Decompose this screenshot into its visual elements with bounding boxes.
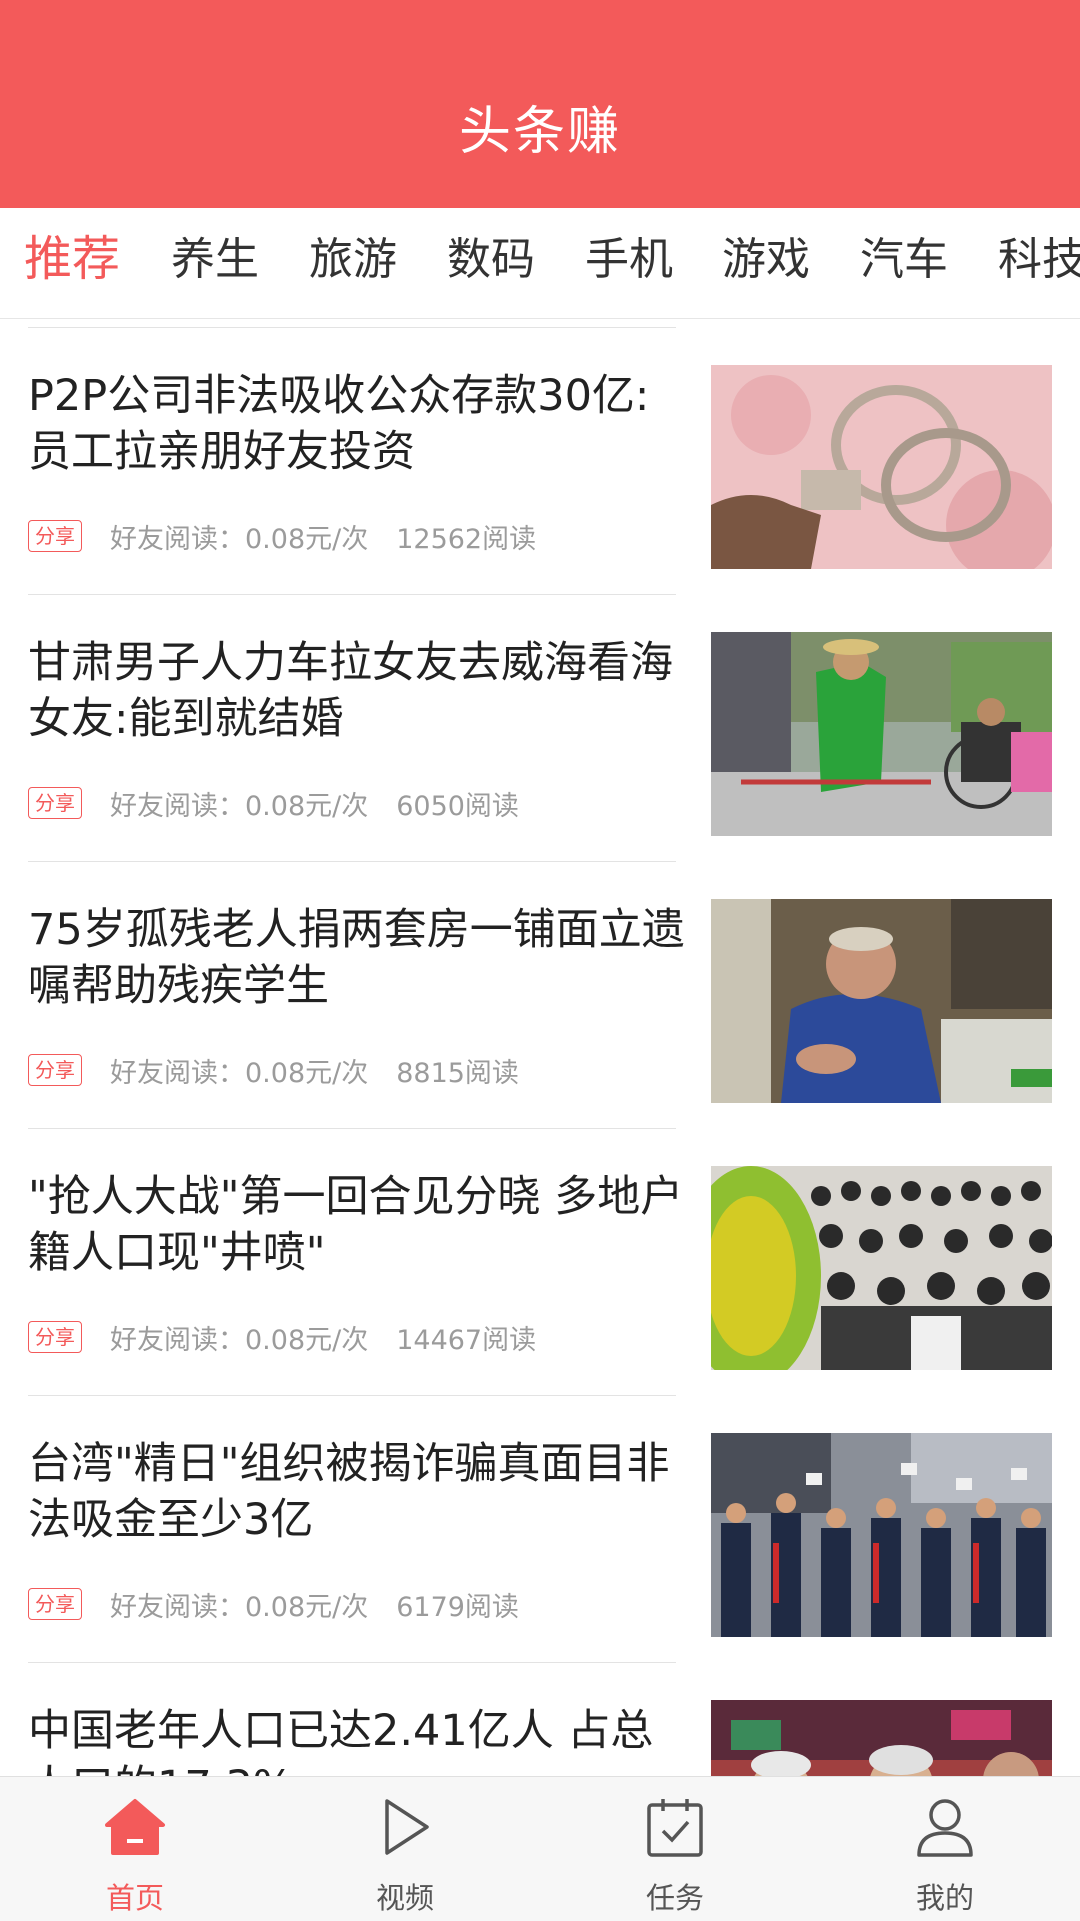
article-title[interactable]: 甘肃男子人力车拉女友去威海看海 女友:能到就结婚	[28, 635, 688, 747]
nav-home-label: 首页	[105, 1881, 164, 1915]
tab-games[interactable]: 游戏	[722, 234, 810, 287]
article-title[interactable]: 中国老年人口已达2.41亿人 占总人口的17.3%	[28, 1703, 688, 1776]
article-title[interactable]: 台湾"精日"组织被揭诈骗真面目非法吸金至少3亿	[28, 1436, 688, 1548]
article-meta: 分享 好友阅读：0.08元/次 14467阅读	[28, 1319, 537, 1356]
tab-phone[interactable]: 手机	[585, 234, 673, 287]
reward-text: 好友阅读：0.08元/次	[110, 523, 369, 555]
reward-text: 好友阅读：0.08元/次	[110, 1324, 369, 1356]
nav-tasks[interactable]: 任务	[540, 1777, 810, 1921]
read-count: 6050阅读	[396, 790, 519, 822]
rickshaw-street-photo[interactable]	[711, 632, 1052, 836]
read-count: 6179阅读	[396, 1591, 519, 1623]
share-badge[interactable]: 分享	[28, 1588, 82, 1620]
nav-video-label: 视频	[375, 1881, 434, 1915]
reward-text: 好友阅读：0.08元/次	[110, 790, 369, 822]
task-clipboard-icon	[647, 1799, 703, 1857]
job-fair-crowd-photo[interactable]	[711, 1166, 1052, 1370]
tab-health[interactable]: 养生	[171, 234, 259, 287]
tab-auto[interactable]: 汽车	[860, 234, 948, 287]
news-feed[interactable]: P2P公司非法吸收公众存款30亿:员工拉亲朋好友投资 分享 好友阅读：0.08元…	[0, 319, 1080, 1776]
article-title[interactable]: P2P公司非法吸收公众存款30亿:员工拉亲朋好友投资	[28, 368, 688, 480]
nav-me-label: 我的	[915, 1881, 974, 1915]
tab-travel[interactable]: 旅游	[309, 234, 397, 287]
nav-video[interactable]: 视频	[270, 1777, 540, 1921]
bottom-nav: 首页 视频 任务 我的	[0, 1776, 1080, 1921]
share-badge[interactable]: 分享	[28, 520, 82, 552]
category-tabs: 推荐 养生 旅游 数码 手机 游戏 汽车 科技	[0, 208, 1080, 319]
home-icon	[105, 1799, 165, 1855]
share-badge[interactable]: 分享	[28, 1321, 82, 1353]
share-badge[interactable]: 分享	[28, 787, 82, 819]
read-count: 12562阅读	[396, 523, 537, 555]
article-item[interactable]: 甘肃男子人力车拉女友去威海看海 女友:能到就结婚 分享 好友阅读：0.08元/次…	[0, 595, 1080, 862]
tab-recommend[interactable]: 推荐	[24, 231, 120, 289]
article-item[interactable]: 75岁孤残老人捐两套房一铺面立遗嘱帮助残疾学生 分享 好友阅读：0.08元/次 …	[0, 862, 1080, 1129]
nav-me[interactable]: 我的	[810, 1777, 1080, 1921]
tab-digital[interactable]: 数码	[447, 234, 535, 287]
reward-text: 好友阅读：0.08元/次	[110, 1057, 369, 1089]
article-title[interactable]: "抢人大战"第一回合见分晓 多地户籍人口现"井喷"	[28, 1169, 688, 1281]
article-item[interactable]: "抢人大战"第一回合见分晓 多地户籍人口现"井喷" 分享 好友阅读：0.08元/…	[0, 1129, 1080, 1396]
read-count: 8815阅读	[396, 1057, 519, 1089]
reward-text: 好友阅读：0.08元/次	[110, 1591, 369, 1623]
article-meta: 分享 好友阅读：0.08元/次 8815阅读	[28, 1052, 519, 1089]
nav-home[interactable]: 首页	[0, 1777, 270, 1921]
user-icon	[917, 1799, 973, 1857]
nav-tasks-label: 任务	[645, 1881, 704, 1915]
tab-tech[interactable]: 科技	[998, 234, 1080, 287]
article-meta: 分享 好友阅读：0.08元/次 12562阅读	[28, 518, 537, 555]
share-badge[interactable]: 分享	[28, 1054, 82, 1086]
play-icon	[385, 1799, 429, 1855]
app-title: 头条赚	[458, 102, 621, 162]
elderly-man-photo[interactable]	[711, 899, 1052, 1103]
app-header: 头条赚	[0, 0, 1080, 208]
article-item[interactable]: P2P公司非法吸收公众存款30亿:员工拉亲朋好友投资 分享 好友阅读：0.08元…	[0, 328, 1080, 595]
article-meta: 分享 好友阅读：0.08元/次 6050阅读	[28, 785, 519, 822]
article-item[interactable]: 中国老年人口已达2.41亿人 占总人口的17.3%	[0, 1663, 1080, 1776]
article-title[interactable]: 75岁孤残老人捐两套房一铺面立遗嘱帮助残疾学生	[28, 902, 688, 1014]
elderly-women-photo[interactable]	[711, 1700, 1052, 1776]
parade-crowd-photo[interactable]	[711, 1433, 1052, 1637]
article-item[interactable]: 台湾"精日"组织被揭诈骗真面目非法吸金至少3亿 分享 好友阅读：0.08元/次 …	[0, 1396, 1080, 1663]
handcuffs-photo[interactable]	[711, 365, 1052, 569]
article-meta: 分享 好友阅读：0.08元/次 6179阅读	[28, 1586, 519, 1623]
read-count: 14467阅读	[396, 1324, 537, 1356]
